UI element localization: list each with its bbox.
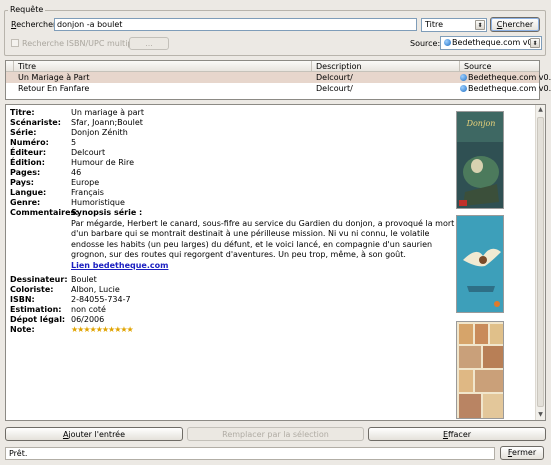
comments-text: Synopsis série : Par mégarde, Herbert le… xyxy=(71,208,456,271)
table-row[interactable]: Retour En Fanfare Delcourt/ Bedetheque.c… xyxy=(6,83,551,94)
status-text: Prêt. xyxy=(5,447,495,460)
search-button[interactable]: Chercher xyxy=(490,17,540,32)
column-header-title[interactable]: Titre xyxy=(14,61,312,72)
row-source: Bedetheque.com v0.2 xyxy=(456,83,551,94)
source-select-value: Bedetheque.com v0.2 xyxy=(452,38,541,47)
row-title: Retour En Fanfare xyxy=(18,84,90,93)
source-label: Source: xyxy=(410,39,441,48)
table-row[interactable]: Un Mariage à Part Delcourt/ Bedetheque.c… xyxy=(6,72,551,83)
row-description: Delcourt/ xyxy=(316,73,353,82)
detail-scrollbar[interactable]: ▲ ▼ xyxy=(535,105,545,420)
column-header-source[interactable]: Source xyxy=(460,61,541,72)
rating-stars: ★★★★★★★★★★ xyxy=(71,325,134,334)
synopsis-body: Par mégarde, Herbert le canard, sous-fif… xyxy=(71,218,455,260)
header-spacer xyxy=(6,61,14,72)
detail-panel: Titre: Un mariage à part Scénariste: Sfar,… xyxy=(5,104,546,421)
scroll-thumb[interactable] xyxy=(537,117,544,407)
row-source: Bedetheque.com v0.2 xyxy=(456,72,551,83)
field-select[interactable]: Titre ⬍ xyxy=(421,18,487,32)
add-entry-button[interactable]: Ajouter l'entrée xyxy=(5,427,183,441)
svg-text:Donjon: Donjon xyxy=(466,119,496,128)
chevron-down-icon[interactable]: ⬍ xyxy=(530,38,540,48)
isbn-checkbox-label: Recherche ISBN/UPC multiple xyxy=(22,39,140,48)
synopsis-title: Synopsis série : xyxy=(71,208,143,217)
chevron-down-icon[interactable]: ⬍ xyxy=(475,20,485,30)
scroll-down-icon[interactable]: ▼ xyxy=(536,410,545,420)
close-button[interactable]: Fermer xyxy=(500,446,544,460)
row-title: Un Mariage à Part xyxy=(18,73,90,82)
query-legend: Requête xyxy=(8,5,46,14)
scroll-up-icon[interactable]: ▲ xyxy=(536,105,545,115)
cover-back-image xyxy=(456,215,504,313)
cover-front-image: Donjon xyxy=(456,111,504,209)
source-select[interactable]: Bedetheque.com v0.2 ⬍ xyxy=(440,36,542,50)
bedetheque-icon xyxy=(460,74,467,81)
clear-button[interactable]: Effacer xyxy=(368,427,546,441)
search-input[interactable]: donjon -a boulet xyxy=(54,18,417,31)
results-table: Titre Description Source Un Mariage à Pa… xyxy=(5,60,551,100)
bedetheque-icon xyxy=(460,85,467,92)
column-header-description[interactable]: Description xyxy=(312,61,460,72)
isbn-options-button[interactable]: ... xyxy=(129,37,169,50)
isbn-checkbox[interactable] xyxy=(11,39,19,47)
bedetheque-link[interactable]: Lien bedetheque.com xyxy=(71,261,168,270)
row-description: Delcourt/ xyxy=(316,84,353,93)
page-preview-image xyxy=(456,321,504,419)
replace-selection-button[interactable]: Remplacer par la sélection xyxy=(187,427,364,441)
results-header: Titre Description Source xyxy=(6,61,539,72)
field-select-value: Titre xyxy=(425,20,444,29)
bedetheque-icon xyxy=(444,39,451,46)
search-label: Rechercher: xyxy=(11,20,59,29)
